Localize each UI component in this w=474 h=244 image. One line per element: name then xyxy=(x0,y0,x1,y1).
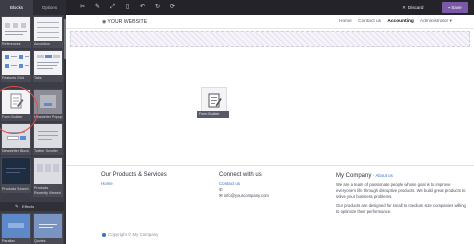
footer-email[interactable]: ✉info@yourcompany.com xyxy=(219,193,319,199)
snippets-sidebar: Blocks Options References Accordion Feat… xyxy=(0,0,66,244)
snippet-label: Parallax xyxy=(2,239,15,243)
footer-link-contact[interactable]: Contact us xyxy=(219,180,319,187)
snippet-thumbnail xyxy=(34,158,62,184)
site-logo[interactable]: ◉YOUR WEBSITE xyxy=(102,18,147,26)
snippet-thumbnail xyxy=(2,51,30,75)
refresh-icon[interactable]: ⟳ xyxy=(168,3,177,12)
footer-heading: My Company - About us xyxy=(336,173,393,179)
footer-heading: Connect with us xyxy=(219,172,262,178)
snippet-thumbnail xyxy=(2,158,30,184)
undo-icon[interactable]: ↶ xyxy=(138,3,147,12)
snippet-label: Quotes xyxy=(34,239,46,243)
drag-tooltip: Form Builder xyxy=(197,111,229,118)
edit-icon[interactable]: ✎ xyxy=(93,3,102,12)
status-dot xyxy=(102,232,106,237)
tab-options[interactable]: Options xyxy=(33,0,66,15)
editor-toolbar: ✂ ✎ ⤢ ▯ ↶ ↻ ⟳ ✕ Discard ▪ Save xyxy=(66,0,474,15)
sidebar-tabs: Blocks Options xyxy=(0,0,66,15)
snippet-thumbnail xyxy=(34,214,62,238)
footer-company-desc: We are a team of passionate people whose… xyxy=(336,182,466,199)
save-button[interactable]: ▪ Save xyxy=(442,2,468,13)
close-icon: ✕ xyxy=(402,5,406,10)
discard-button[interactable]: ✕ Discard xyxy=(402,3,423,12)
site-footer: Our Products & Services Home Connect wit… xyxy=(66,165,474,244)
snippet-label: Newsletter Block xyxy=(2,149,29,153)
snippet-thumbnail xyxy=(34,17,62,41)
crop-icon[interactable]: ✂ xyxy=(78,3,87,12)
snippet-drop-zone[interactable] xyxy=(70,31,470,47)
save-label: Save xyxy=(451,5,462,10)
snippet-references[interactable]: References xyxy=(1,16,31,48)
nav-accounting[interactable]: Accounting xyxy=(387,19,413,24)
snippet-tabs[interactable]: Tabs xyxy=(33,50,63,82)
snippet-products-recently-viewed[interactable]: Products Recently Viewed xyxy=(33,157,63,197)
snippet-products-search[interactable]: Products Search xyxy=(1,157,31,193)
discard-label: Discard xyxy=(407,5,424,10)
snippet-label: Twitter Scroller xyxy=(34,149,58,153)
footer-link-about[interactable]: - About us xyxy=(373,173,393,178)
snippet-parallax[interactable]: Parallax xyxy=(1,213,31,244)
snippet-thumbnail xyxy=(34,124,62,148)
snippet-label: Accordion xyxy=(34,42,50,46)
snippet-label: Newsletter Popup xyxy=(34,115,63,119)
form-icon xyxy=(208,93,222,108)
effects-section-header[interactable]: ✎ Effects xyxy=(0,202,64,211)
dragged-snippet[interactable] xyxy=(201,87,227,113)
footer-link-home[interactable]: Home xyxy=(101,180,211,187)
effects-label: Effects xyxy=(22,204,35,209)
website-canvas: ◉YOUR WEBSITE Home Contact us Accounting… xyxy=(66,15,474,244)
nav-contact-us[interactable]: Contact us xyxy=(358,19,381,24)
footer-col-connect: Connect with us Contact us ✆ ✉info@yourc… xyxy=(219,171,319,199)
snippet-label: Tabs xyxy=(34,76,42,80)
magic-icon: ✎ xyxy=(15,204,19,209)
copyright: Copyright © My Company xyxy=(102,231,158,238)
snippet-accordion[interactable]: Accordion xyxy=(33,16,63,48)
snippet-thumbnail xyxy=(34,90,62,114)
footer-heading: Our Products & Services xyxy=(101,172,167,178)
site-nav: Home Contact us Accounting Administrator… xyxy=(339,18,457,26)
globe-icon: ◉ xyxy=(102,19,107,25)
footer-col-company: My Company - About us We are a team of p… xyxy=(336,171,466,215)
footer-company-desc-2: Our products are designed for small to m… xyxy=(336,203,466,214)
nav-administrator[interactable]: Administrator ▾ xyxy=(420,19,452,24)
redo-icon[interactable]: ↻ xyxy=(153,3,162,12)
snippet-label: References xyxy=(2,42,21,46)
snippet-label: Products Search xyxy=(2,187,29,191)
logo-text: YOUR WEBSITE xyxy=(107,19,148,25)
mobile-icon[interactable]: ▯ xyxy=(123,3,132,12)
nav-home[interactable]: Home xyxy=(339,19,352,24)
snippet-features-grid[interactable]: Features Grid xyxy=(1,50,31,82)
snippet-quotes[interactable]: Quotes xyxy=(33,213,63,244)
snippet-twitter-scroller[interactable]: Twitter Scroller xyxy=(33,123,63,155)
snippet-thumbnail xyxy=(2,17,30,41)
fullscreen-icon[interactable]: ⤢ xyxy=(108,3,117,12)
site-header: ◉YOUR WEBSITE Home Contact us Accounting… xyxy=(66,15,474,29)
footer-col-products: Our Products & Services Home xyxy=(101,171,211,187)
snippet-label: Products Recently Viewed xyxy=(34,186,61,195)
snippet-label: Features Grid xyxy=(2,76,24,80)
tab-blocks[interactable]: Blocks xyxy=(0,0,33,15)
snippet-thumbnail xyxy=(2,214,30,238)
snippet-thumbnail xyxy=(34,51,62,75)
